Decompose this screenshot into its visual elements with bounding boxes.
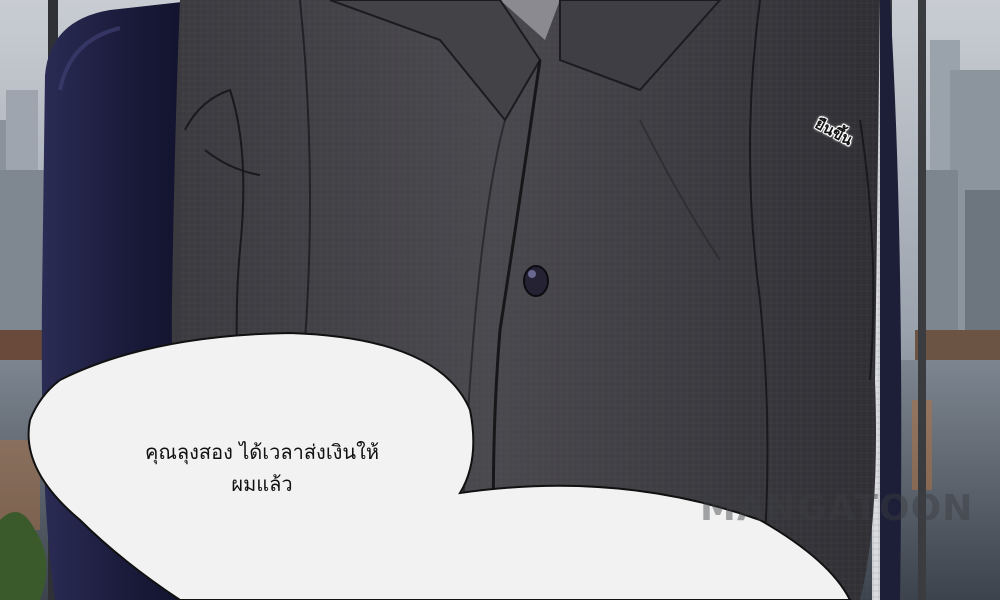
dialogue-text: คุณลุงสอง ได้เวลาส่งเงินให้ ผมแล้ว xyxy=(82,436,442,500)
dialogue-line-2: ผมแล้ว xyxy=(231,472,293,496)
dialogue-line-1: คุณลุงสอง ได้เวลาส่งเงินให้ xyxy=(144,440,380,464)
mangatoon-watermark: MANGATOON xyxy=(700,488,974,529)
suit-button-upper xyxy=(523,265,549,297)
